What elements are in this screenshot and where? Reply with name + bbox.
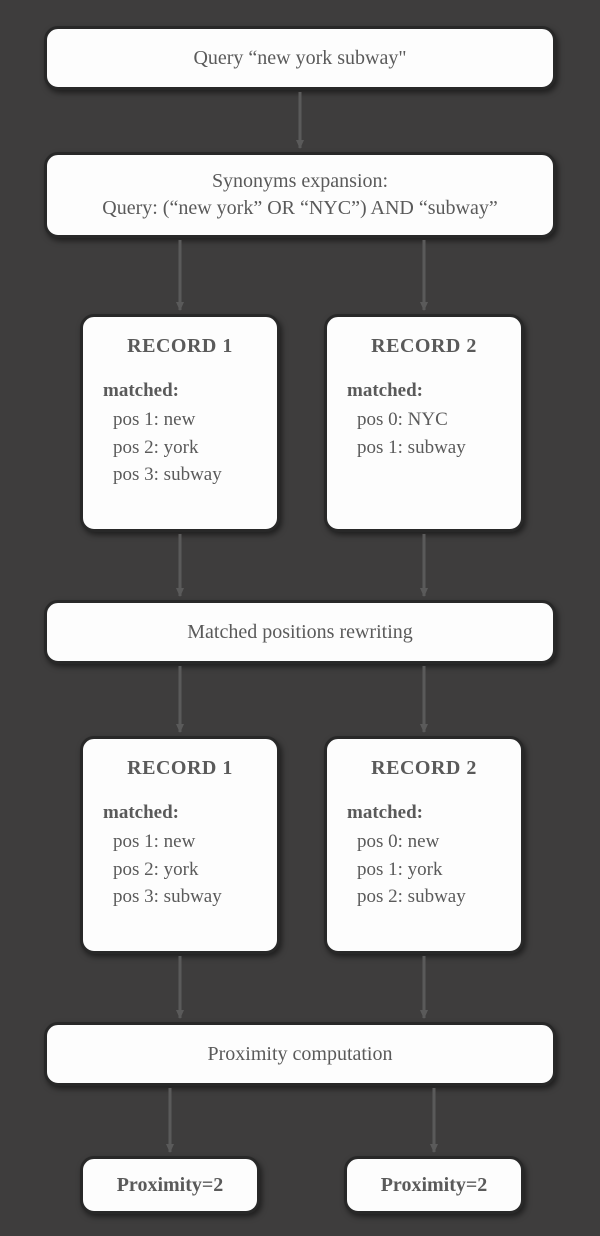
step-rewriting: Matched positions rewriting [44,600,556,664]
record-a-1-title: RECORD 1 [103,335,257,358]
record-b-1-matched: matched: [103,802,257,824]
record-a-2-pos1: pos 1: subway [357,434,501,462]
record-a-1-matched: matched: [103,380,257,402]
record-a-1-pos2: pos 3: subway [113,461,257,489]
record-a-1-pos0: pos 1: new [113,406,257,434]
record-b-2-pos1: pos 1: york [357,856,501,884]
step-synonyms-line2: Query: (“new york” OR “NYC”) AND “subway… [102,195,497,222]
record-b-1-pos2: pos 3: subway [113,883,257,911]
record-a-2-matched: matched: [347,380,501,402]
record-b-1-title: RECORD 1 [103,757,257,780]
record-a-2-title: RECORD 2 [347,335,501,358]
proximity-result-2: Proximity=2 [344,1156,524,1214]
step-query: Query “new york subway" [44,26,556,90]
record-b-2-title: RECORD 2 [347,757,501,780]
step-proximity: Proximity computation [44,1022,556,1086]
record-b-2-matched: matched: [347,802,501,824]
record-a-1: RECORD 1 matched: pos 1: new pos 2: york… [80,314,280,532]
step-synonyms-line1: Synonyms expansion: [212,168,388,195]
proximity-result-1-text: Proximity=2 [117,1172,224,1199]
record-b-1-pos0: pos 1: new [113,828,257,856]
proximity-result-2-text: Proximity=2 [381,1172,488,1199]
record-a-2: RECORD 2 matched: pos 0: NYC pos 1: subw… [324,314,524,532]
record-b-1-pos1: pos 2: york [113,856,257,884]
record-b-1: RECORD 1 matched: pos 1: new pos 2: york… [80,736,280,954]
step-query-text: Query “new york subway" [193,45,406,72]
proximity-result-1: Proximity=2 [80,1156,260,1214]
record-b-2: RECORD 2 matched: pos 0: new pos 1: york… [324,736,524,954]
step-rewriting-text: Matched positions rewriting [187,619,413,646]
record-a-1-pos1: pos 2: york [113,434,257,462]
record-b-2-pos2: pos 2: subway [357,883,501,911]
step-proximity-text: Proximity computation [208,1041,393,1068]
step-synonyms: Synonyms expansion: Query: (“new york” O… [44,152,556,238]
record-b-2-pos0: pos 0: new [357,828,501,856]
record-a-2-pos0: pos 0: NYC [357,406,501,434]
